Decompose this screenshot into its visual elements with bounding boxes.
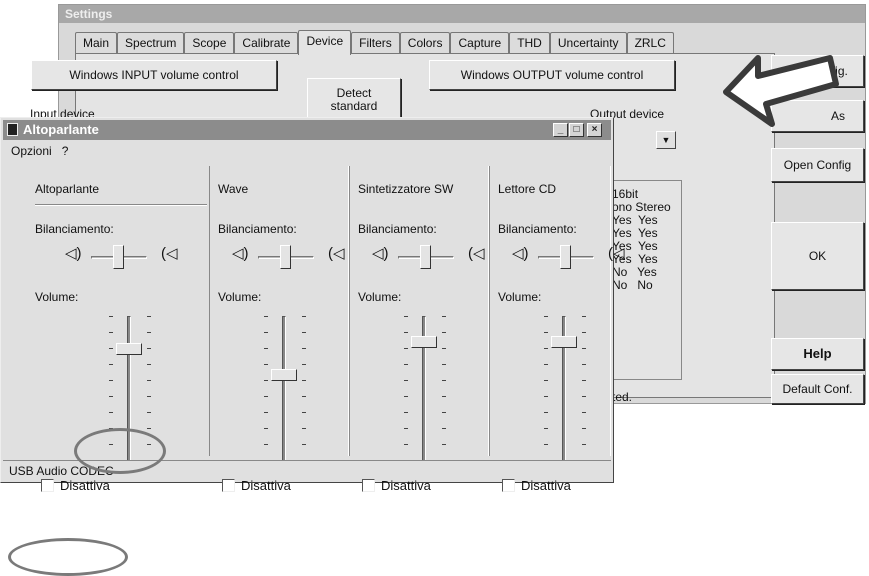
tab-scope[interactable]: Scope (184, 32, 235, 54)
balance-label: Bilanciamento: (358, 222, 437, 236)
minimize-button[interactable]: _ (553, 123, 568, 137)
mute-checkbox[interactable]: Disattiva (222, 478, 291, 493)
settings-tabs: Main Spectrum Scope Calibrate Device Fil… (75, 30, 674, 55)
balance-label: Bilanciamento: (498, 222, 577, 236)
mixer-channel: Sintetizzatore SW Bilanciamento: ◁) (◁ Volum… (349, 166, 489, 493)
volume-label: Volume: (35, 290, 79, 304)
channel-name: Altoparlante (35, 182, 100, 196)
highlight-circle (74, 428, 166, 474)
mute-checkbox[interactable]: Disattiva (502, 478, 571, 493)
maximize-button[interactable]: □ (569, 123, 584, 137)
volume-ticks (442, 316, 446, 456)
device-status-text: ted. (612, 390, 633, 404)
format-line: No Yes (612, 265, 657, 279)
checkbox-box[interactable] (222, 479, 235, 492)
speaker-right-icon: (◁ (468, 245, 485, 262)
output-volume-button[interactable]: Windows OUTPUT volume control (429, 60, 675, 90)
volume-label: Volume: (358, 290, 402, 304)
pointer-arrow-icon (723, 55, 839, 127)
channel-name: Sintetizzatore SW (358, 182, 454, 196)
mixer-title: Altoparlante (23, 122, 99, 137)
settings-title: Settings (65, 7, 113, 21)
balance-slider-thumb[interactable] (113, 245, 124, 269)
mixer-menubar: Opzioni ? (11, 144, 68, 158)
volume-slider-thumb[interactable] (551, 336, 577, 348)
volume-ticks (544, 316, 548, 456)
volume-label: Volume: (498, 290, 542, 304)
checkbox-box[interactable] (41, 479, 54, 492)
tab-spectrum[interactable]: Spectrum (117, 32, 185, 54)
volume-ticks (404, 316, 408, 456)
mixer-channel: Wave Bilanciamento: ◁) (◁ Volume: Disattiva (209, 166, 349, 493)
channel-name: Lettore CD (498, 182, 557, 196)
speaker-left-icon: ◁) (232, 245, 249, 262)
input-volume-button[interactable]: Windows INPUT volume control (31, 60, 277, 90)
open-config-button[interactable]: Open Config (771, 148, 864, 182)
tab-device[interactable]: Device (298, 30, 352, 55)
mute-checkbox[interactable]: Disattiva (362, 478, 431, 493)
tab-zrlc[interactable]: ZRLC (626, 32, 674, 54)
checkbox-box[interactable] (362, 479, 375, 492)
volume-ticks (302, 316, 306, 456)
speaker-right-icon: (◁ (328, 245, 345, 262)
tab-capture[interactable]: Capture (450, 32, 510, 54)
tab-calibrate[interactable]: Calibrate (234, 32, 299, 54)
format-line: 16bit (612, 187, 639, 201)
speaker-left-icon: ◁) (512, 245, 529, 262)
speaker-right-icon: (◁ (161, 245, 178, 262)
format-line: No No (612, 278, 653, 292)
tab-main[interactable]: Main (75, 32, 118, 54)
checkbox-box[interactable] (502, 479, 515, 492)
channel-name: Wave (218, 182, 249, 196)
menu-help[interactable]: ? (62, 144, 69, 158)
output-device-dropdown[interactable]: ▼ (656, 131, 676, 149)
mute-label: Disattiva (241, 478, 291, 493)
format-line: Yes Yes (612, 226, 658, 240)
mixer-channel: Altoparlante Bilanciamento: ◁) (◁ Volume: Dis… (9, 166, 207, 493)
tab-colors[interactable]: Colors (399, 32, 451, 54)
tab-uncertainty[interactable]: Uncertainty (549, 32, 627, 54)
volume-slider-thumb[interactable] (271, 369, 297, 381)
tab-filters[interactable]: Filters (351, 32, 400, 54)
mute-label: Disattiva (60, 478, 110, 493)
default-conf-button[interactable]: Default Conf. (771, 374, 864, 404)
format-line: Yes Yes (612, 213, 658, 227)
format-line: ono Stereo (612, 200, 671, 214)
volume-slider-track[interactable] (282, 316, 286, 461)
mute-label: Disattiva (381, 478, 431, 493)
mixer-app-icon (7, 123, 18, 136)
mixer-channels: Altoparlante Bilanciamento: ◁) (◁ Volume: Dis… (9, 166, 625, 493)
mixer-channel: Lettore CD Bilanciamento: ◁) (◁ Volume: Disat… (489, 166, 625, 493)
speaker-left-icon: ◁) (372, 245, 389, 262)
close-button[interactable]: × (587, 123, 602, 137)
volume-ticks (582, 316, 586, 456)
volume-slider-thumb[interactable] (116, 343, 142, 355)
balance-slider-thumb[interactable] (280, 245, 291, 269)
balance-label: Bilanciamento: (35, 222, 114, 236)
highlight-circle (8, 538, 128, 576)
volume-label: Volume: (218, 290, 262, 304)
speaker-left-icon: ◁) (65, 245, 82, 262)
balance-slider-thumb[interactable] (560, 245, 571, 269)
balance-slider-thumb[interactable] (420, 245, 431, 269)
help-button[interactable]: Help (771, 338, 864, 370)
chevron-down-icon: ▼ (661, 135, 671, 145)
volume-ticks (264, 316, 268, 456)
speaker-right-icon: (◁ (608, 245, 625, 262)
channel-divider (35, 204, 207, 206)
menu-opzioni[interactable]: Opzioni (11, 144, 52, 158)
settings-titlebar: Settings (59, 5, 865, 23)
balance-label: Bilanciamento: (218, 222, 297, 236)
volume-slider-thumb[interactable] (411, 336, 437, 348)
mixer-titlebar: Altoparlante _ □ × (3, 120, 611, 140)
tab-thd[interactable]: THD (509, 32, 550, 54)
ok-button[interactable]: OK (771, 222, 864, 290)
mute-label: Disattiva (521, 478, 571, 493)
mixer-window: Altoparlante _ □ × Opzioni ? Altoparlant… (0, 117, 625, 493)
mute-checkbox[interactable]: Disattiva (41, 478, 110, 493)
